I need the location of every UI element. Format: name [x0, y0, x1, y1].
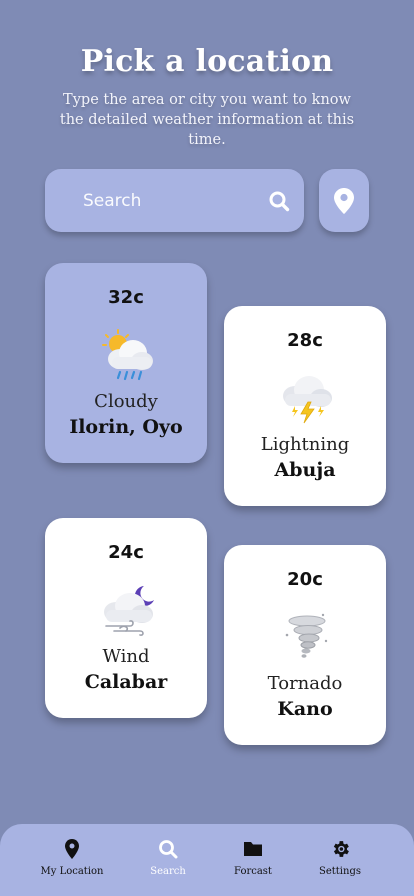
card-city: Calabar — [84, 671, 168, 693]
nav-item-my-location[interactable]: My Location — [27, 838, 117, 877]
location-pin-icon — [334, 188, 354, 214]
cloud-moon-wind-icon — [104, 586, 154, 636]
search-input[interactable] — [81, 185, 255, 217]
nav-label: Forcast — [234, 866, 272, 877]
page-subtitle: Type the area or city you want to know t… — [59, 92, 355, 148]
location-card-ilorin[interactable]: 32c Cloudy Ilorin, Oyo — [45, 263, 207, 463]
location-card-calabar[interactable]: 24c Wind Calabar — [45, 518, 207, 718]
card-condition: Cloudy — [94, 391, 158, 412]
bottom-nav: My Location Search Forcast Settings — [0, 824, 414, 896]
tornado-icon — [285, 613, 328, 658]
gear-icon — [333, 841, 349, 857]
nav-label: Settings — [319, 866, 361, 877]
card-condition: Lightning — [260, 434, 350, 455]
nav-item-settings[interactable]: Settings — [295, 838, 385, 877]
card-temperature: 28c — [287, 330, 323, 351]
search-icon — [159, 840, 178, 859]
card-condition: Tornado — [267, 673, 343, 694]
nav-label: My Location — [40, 866, 104, 877]
nav-label: Search — [150, 866, 186, 877]
current-location-button[interactable] — [319, 169, 369, 232]
search-bar[interactable] — [45, 169, 304, 232]
card-temperature: 20c — [287, 569, 323, 590]
card-city: Abuja — [274, 459, 336, 481]
nav-item-search[interactable]: Search — [123, 838, 213, 877]
page-title: Pick a location — [80, 44, 334, 79]
location-card-kano[interactable]: 20c Tornado Kano — [224, 545, 386, 745]
location-card-abuja[interactable]: 28c Lightning Abuja — [224, 306, 386, 506]
cloud-lightning-icon — [283, 376, 332, 424]
card-city: Ilorin, Oyo — [69, 416, 183, 438]
card-temperature: 24c — [108, 542, 144, 563]
card-condition: Wind — [102, 646, 150, 667]
cloud-sun-rain-icon — [102, 329, 153, 381]
card-temperature: 32c — [108, 287, 144, 308]
card-city: Kano — [277, 698, 333, 720]
location-pin-icon — [65, 839, 79, 859]
search-icon[interactable] — [268, 190, 290, 212]
nav-item-forcast[interactable]: Forcast — [208, 838, 298, 877]
folder-icon — [244, 842, 262, 856]
